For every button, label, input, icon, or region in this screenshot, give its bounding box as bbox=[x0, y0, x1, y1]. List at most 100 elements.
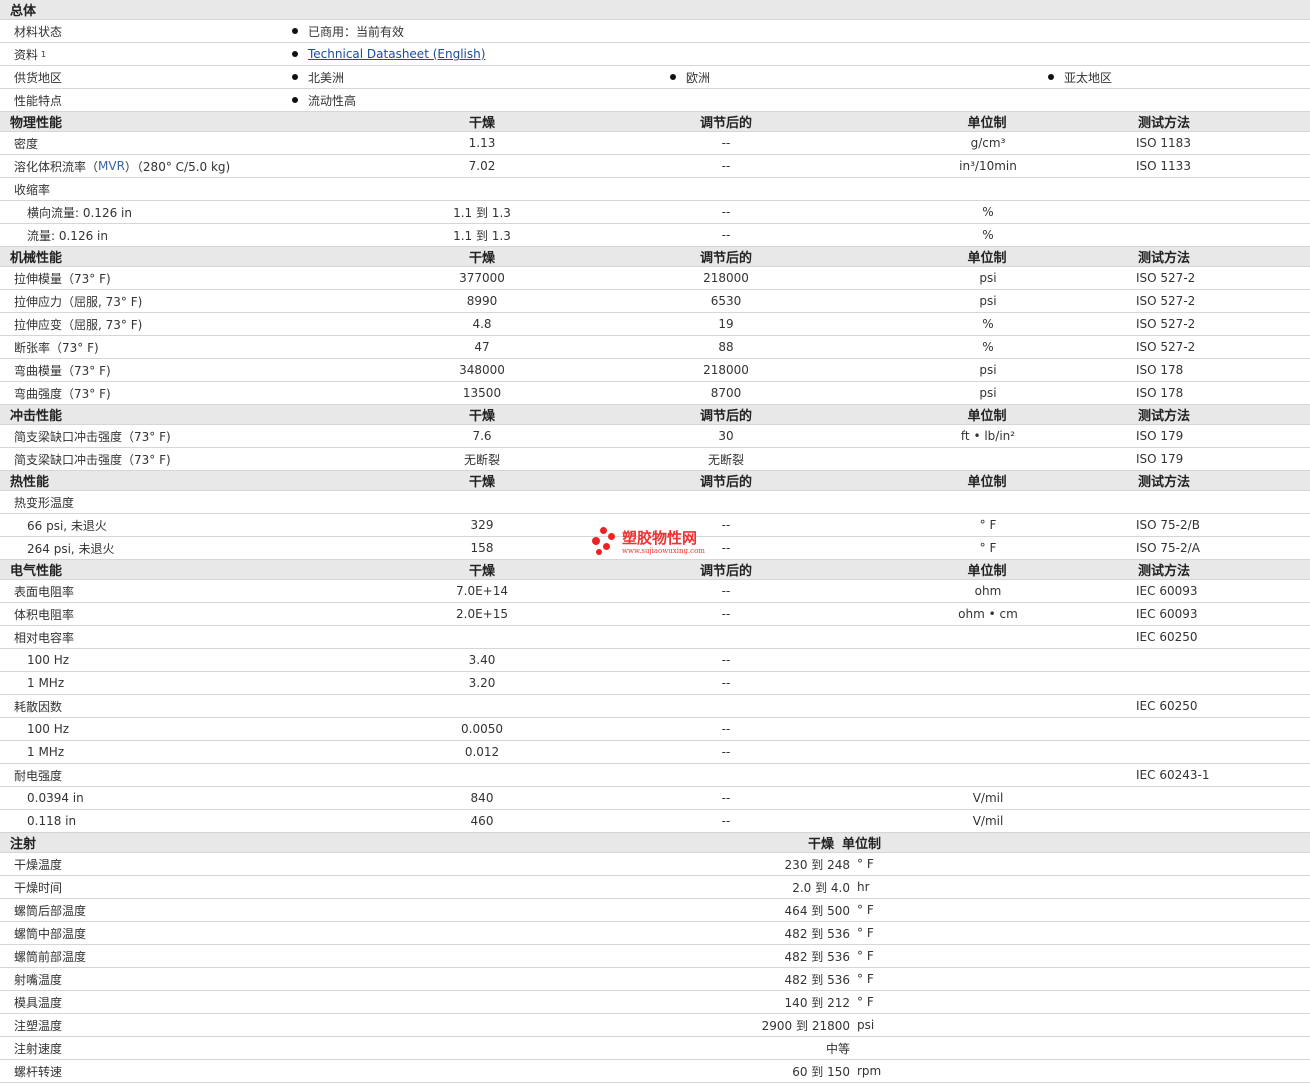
property-row: 表面电阻率 7.0E+14 -- ohm IEC 60093 bbox=[0, 580, 1310, 603]
col-header-conditioned: 调节后的 bbox=[699, 564, 753, 579]
bullet-item: 已商用：当前有效 bbox=[292, 20, 404, 42]
property-label: 1 MHz bbox=[27, 745, 65, 759]
value-dry: 2.0E+15 bbox=[456, 607, 508, 621]
section-header: 物理性能 干燥 调节后的 单位制 测试方法 bbox=[0, 112, 1310, 132]
bullet-item-text: 欧洲 bbox=[686, 70, 711, 85]
value-unit: psi bbox=[979, 294, 997, 308]
value-conditioned: -- bbox=[721, 584, 731, 598]
bullet-item-text: 北美洲 bbox=[308, 70, 345, 85]
value-dry: 1.1 到 1.3 bbox=[453, 228, 511, 243]
test-method: ISO 1183 bbox=[1136, 136, 1191, 150]
property-label: 热变形温度 bbox=[14, 495, 75, 510]
property-label: 耗散因数 bbox=[14, 699, 63, 714]
property-label-text: 溶化体积流率（ bbox=[14, 159, 99, 174]
value-dry: 7.0E+14 bbox=[456, 584, 508, 598]
injection-value: 60 到 150 bbox=[792, 1064, 850, 1079]
property-label-suffix: ）（280° C/5.0 kg) bbox=[124, 159, 231, 174]
test-method: IEC 60243-1 bbox=[1136, 768, 1210, 782]
value-unit: in³/10min bbox=[959, 159, 1017, 173]
test-method: ISO 178 bbox=[1136, 386, 1184, 400]
property-label: 0.118 in bbox=[27, 814, 77, 828]
test-method: ISO 179 bbox=[1136, 452, 1184, 466]
col-header-unit: 单位制 bbox=[967, 409, 1007, 424]
injection-value: 中等 bbox=[825, 1041, 851, 1056]
value-conditioned: -- bbox=[721, 228, 731, 242]
injection-label: 模具温度 bbox=[14, 995, 63, 1010]
bullet-item: 欧洲 bbox=[670, 66, 710, 88]
property-row: 拉伸模量（73° F) 377000 218000 psi ISO 527-2 bbox=[0, 267, 1310, 290]
value-conditioned: -- bbox=[721, 541, 731, 555]
value-conditioned: -- bbox=[721, 136, 731, 150]
injection-row: 螺筒后部温度 464 到 500 ° F bbox=[0, 899, 1310, 922]
property-label: 密度 bbox=[14, 136, 39, 151]
property-row: 100 Hz 0.0050 -- bbox=[0, 718, 1310, 741]
footnote-marker: 1 bbox=[41, 49, 47, 59]
injection-label: 注射速度 bbox=[14, 1041, 63, 1056]
value-conditioned: -- bbox=[721, 205, 731, 219]
section-header: 电气性能 干燥 调节后的 单位制 测试方法 bbox=[0, 560, 1310, 580]
value-conditioned: 88 bbox=[718, 340, 734, 354]
value-unit: psi bbox=[979, 363, 997, 377]
injection-label: 螺筒中部温度 bbox=[14, 926, 87, 941]
col-header-dry: 干燥 bbox=[468, 116, 496, 131]
bullet-item: 流动性高 bbox=[292, 89, 356, 111]
value-dry: 7.02 bbox=[468, 159, 496, 173]
property-label: 1 MHz bbox=[27, 676, 65, 690]
injection-row: 射嘴温度 482 到 536 ° F bbox=[0, 968, 1310, 991]
property-row: 相对电容率 IEC 60250 bbox=[0, 626, 1310, 649]
value-dry: 8990 bbox=[466, 294, 498, 308]
injection-value: 482 到 536 bbox=[784, 949, 850, 964]
property-row: 拉伸应变（屈服, 73° F) 4.8 19% ISO 527-2 bbox=[0, 313, 1310, 336]
general-row: 资料 1 Technical Datasheet (English) bbox=[0, 43, 1310, 66]
section-header-general: 总体 bbox=[0, 0, 1310, 20]
injection-unit: ° F bbox=[857, 903, 874, 917]
test-method: ISO 75-2/A bbox=[1136, 541, 1200, 555]
property-label: 耐电强度 bbox=[14, 768, 63, 783]
injection-value: 2.0 到 4.0 bbox=[792, 880, 850, 895]
watermark-url: www.sujiaowuxing.com bbox=[622, 547, 705, 555]
property-row: 简支梁缺口冲击强度（73° F) 7.6 30 ft • lb/in² ISO 179 bbox=[0, 425, 1310, 448]
injection-label: 注塑温度 bbox=[14, 1018, 63, 1033]
injection-unit: ° F bbox=[857, 995, 874, 1009]
value-unit: % bbox=[982, 228, 994, 242]
value-unit: % bbox=[982, 205, 994, 219]
property-row: 1 MHz 0.012 -- bbox=[0, 741, 1310, 764]
value-conditioned: -- bbox=[721, 814, 731, 828]
test-method: ISO 1133 bbox=[1136, 159, 1191, 173]
property-row: 0.0394 in 840 -- V/mil bbox=[0, 787, 1310, 810]
bullet-icon bbox=[1048, 74, 1054, 80]
row-label: 材料状态 bbox=[14, 24, 63, 39]
bullet-icon bbox=[292, 97, 298, 103]
datasheet-link-cell: Technical Datasheet (English) bbox=[292, 43, 485, 65]
value-dry: 无断裂 bbox=[463, 452, 501, 467]
property-label: 100 Hz bbox=[27, 722, 70, 736]
value-dry: 460 bbox=[470, 814, 494, 828]
value-conditioned: -- bbox=[721, 745, 731, 759]
value-dry: 158 bbox=[470, 541, 494, 555]
general-row: 材料状态 已商用：当前有效 bbox=[0, 20, 1310, 43]
injection-label: 射嘴温度 bbox=[14, 972, 63, 987]
test-method: ISO 527-2 bbox=[1136, 340, 1196, 354]
col-header-unit: 单位制 bbox=[842, 837, 882, 852]
row-label: 性能特点 bbox=[14, 93, 63, 108]
injection-unit: ° F bbox=[857, 972, 874, 986]
injection-unit: ° F bbox=[857, 857, 874, 871]
value-dry: 840 bbox=[470, 791, 494, 805]
injection-row: 螺杆转速 60 到 150 rpm bbox=[0, 1060, 1310, 1083]
property-row: 体积电阻率 2.0E+15 -- ohm • cm IEC 60093 bbox=[0, 603, 1310, 626]
technical-datasheet-link[interactable]: Technical Datasheet (English) bbox=[308, 47, 485, 61]
injection-unit: psi bbox=[857, 1018, 875, 1032]
value-dry: 1.1 到 1.3 bbox=[453, 205, 511, 220]
value-dry: 377000 bbox=[459, 271, 505, 285]
value-unit: ° F bbox=[979, 518, 997, 532]
value-dry: 348000 bbox=[459, 363, 505, 377]
injection-row: 干燥时间 2.0 到 4.0 hr bbox=[0, 876, 1310, 899]
property-label: 弯曲模量（73° F) bbox=[14, 363, 111, 378]
property-row: 溶化体积流率（ MVR ）（280° C/5.0 kg) 7.02 -- in³/10mi… bbox=[0, 155, 1310, 178]
test-method: ISO 527-2 bbox=[1136, 294, 1196, 308]
test-method: ISO 75-2/B bbox=[1136, 518, 1200, 532]
value-dry: 0.012 bbox=[464, 745, 500, 759]
section-title: 电气性能 bbox=[10, 564, 63, 579]
value-conditioned: -- bbox=[721, 518, 731, 532]
property-label: 0.0394 in bbox=[27, 791, 84, 805]
